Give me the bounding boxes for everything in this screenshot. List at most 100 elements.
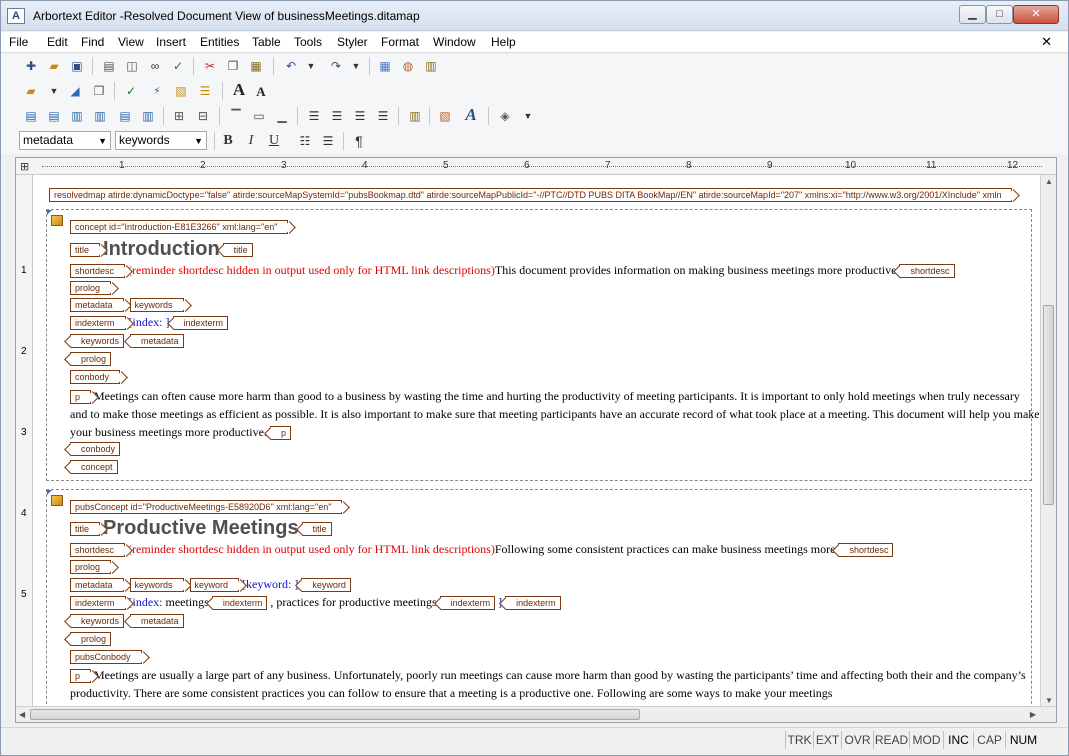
paragraph-text[interactable]: Meetings are usually a large part of any…: [70, 668, 1026, 700]
open-folder-icon[interactable]: ▰: [44, 56, 64, 76]
indexterm-end-tag[interactable]: indexterm: [172, 316, 229, 331]
cut-icon[interactable]: ✂: [200, 56, 220, 76]
menu-styler[interactable]: Styler: [337, 35, 368, 49]
check-completeness-icon[interactable]: ✓: [121, 81, 141, 101]
justify-icon[interactable]: ☰: [373, 106, 393, 126]
find-binoculars-icon[interactable]: ∞: [145, 56, 165, 76]
title-bar[interactable]: A Arbortext Editor -Resolved Document Vi…: [1, 1, 1068, 31]
align-top-icon[interactable]: ▔: [226, 106, 246, 126]
shortdesc-text[interactable]: This document provides information on ma…: [495, 263, 897, 277]
metadata-end-tag[interactable]: metadata: [130, 334, 184, 349]
minimize-button[interactable]: ▁: [959, 5, 986, 24]
concept-start-tag[interactable]: concept id="Introduction-E81E3266" xml:l…: [70, 219, 289, 234]
table-view-icon[interactable]: ▦: [375, 56, 395, 76]
join-cells-icon[interactable]: ⊞: [169, 106, 189, 126]
document-content[interactable]: resolvedmap atirde:dynamicDoctype="false…: [34, 175, 1039, 707]
indexterm-start-tag[interactable]: indexterm: [70, 596, 126, 611]
print-preview-icon[interactable]: ◫: [122, 56, 142, 76]
concept-end-tag[interactable]: concept: [70, 460, 118, 475]
delete-column-icon[interactable]: ▥: [138, 106, 158, 126]
font-style-icon[interactable]: A: [461, 105, 481, 125]
concept-title[interactable]: Productive Meetings: [103, 517, 299, 539]
paste-icon[interactable]: ▦: [246, 56, 266, 76]
menu-format[interactable]: Format: [381, 35, 419, 49]
prolog-end-tag[interactable]: prolog: [70, 352, 112, 367]
insert-row-above-icon[interactable]: ▤: [21, 106, 41, 126]
metadata-start-tag[interactable]: metadata: [70, 298, 124, 313]
indexterm-end-tag[interactable]: indexterm: [505, 596, 561, 611]
shortdesc-end-tag[interactable]: shortdesc: [838, 543, 894, 558]
align-bottom-icon[interactable]: ▁: [272, 106, 292, 126]
menu-edit[interactable]: Edit: [47, 35, 68, 49]
bulleted-list-icon[interactable]: ☰: [318, 131, 338, 151]
menu-table[interactable]: Table: [252, 35, 281, 49]
change-markup-icon[interactable]: ◢: [65, 81, 85, 101]
keyword-end-tag[interactable]: keyword: [301, 578, 351, 593]
fill-color-icon[interactable]: ◈: [495, 106, 515, 126]
resolvedmap-tag[interactable]: resolvedmap atirde:dynamicDoctype="false…: [49, 187, 1013, 202]
shortdesc-reminder[interactable]: (reminder shortdesc hidden in output use…: [128, 542, 495, 556]
table-properties-icon[interactable]: ▥: [405, 106, 425, 126]
concept-title[interactable]: Introduction: [103, 238, 220, 260]
keywords-end-tag[interactable]: keywords: [70, 614, 125, 629]
maximize-button[interactable]: □: [986, 5, 1013, 24]
keyword-start-tag[interactable]: keyword: [189, 578, 240, 593]
prolog-end-tag[interactable]: prolog: [70, 632, 112, 647]
p-start-tag[interactable]: p: [70, 669, 92, 684]
paragraph-text[interactable]: Meetings can often cause more harm than …: [70, 389, 1039, 439]
title-end-tag[interactable]: title: [222, 242, 253, 257]
menu-window[interactable]: Window: [433, 35, 476, 49]
tag-display-icon[interactable]: ☰: [195, 81, 215, 101]
vertical-scroll-thumb[interactable]: [1043, 305, 1054, 505]
index-practices[interactable]: , practices for productive meetings: [270, 595, 436, 609]
split-cells-icon[interactable]: ⊟: [193, 106, 213, 126]
index-meetings[interactable]: meetings: [166, 595, 209, 609]
index-text[interactable]: [index: ]: [129, 315, 170, 329]
prolog-start-tag[interactable]: prolog: [70, 281, 112, 296]
scroll-down-icon[interactable]: ▼: [1045, 696, 1053, 705]
element-select[interactable]: metadata ▼: [19, 131, 111, 150]
menu-view[interactable]: View: [118, 35, 144, 49]
document-map-icon[interactable]: ▥: [421, 56, 441, 76]
close-window-button[interactable]: ✕: [1013, 5, 1059, 24]
horizontal-scroll-thumb[interactable]: [30, 709, 640, 720]
keywords-start-tag[interactable]: keywords: [129, 578, 184, 593]
attribute-select[interactable]: keywords ▼: [115, 131, 207, 150]
indexterm-end-tag[interactable]: indexterm: [439, 596, 496, 611]
increase-font-icon[interactable]: A: [229, 80, 249, 100]
edit-attributes-icon[interactable]: ⚡: [147, 81, 167, 101]
delete-row-icon[interactable]: ▤: [115, 106, 135, 126]
conbody-end-tag[interactable]: conbody: [70, 442, 121, 457]
p-start-tag[interactable]: p: [70, 390, 92, 405]
close-document-icon[interactable]: ✕: [1041, 34, 1052, 50]
insert-row-below-icon[interactable]: ▤: [44, 106, 64, 126]
insert-markup-dropdown-icon[interactable]: ▼: [44, 81, 64, 101]
title-end-tag[interactable]: title: [301, 521, 332, 536]
keyword-text[interactable]: [keyword: ]: [242, 577, 298, 591]
modify-attributes-icon[interactable]: ▧: [171, 81, 191, 101]
horizontal-scrollbar[interactable]: ◀ ▶: [16, 706, 1056, 722]
undo-dropdown-icon[interactable]: ▼: [301, 56, 321, 76]
print-icon[interactable]: ▤: [99, 56, 119, 76]
redo-dropdown-icon[interactable]: ▼: [346, 56, 366, 76]
pubsconbody-start-tag[interactable]: pubsConbody: [70, 650, 142, 665]
shortdesc-text[interactable]: Following some consistent practices can …: [495, 542, 836, 556]
align-center-icon[interactable]: ☰: [327, 106, 347, 126]
concept-paragraph[interactable]: p Meetings are usually a large part of an…: [70, 666, 1039, 702]
spell-check-icon[interactable]: ✓: [168, 56, 188, 76]
keywords-end-tag[interactable]: keywords: [70, 334, 125, 349]
numbered-list-icon[interactable]: ☷: [295, 131, 315, 151]
indexterm-start-tag[interactable]: indexterm: [70, 316, 126, 331]
metadata-end-tag[interactable]: metadata: [130, 614, 184, 629]
redo-icon[interactable]: ↷: [326, 56, 346, 76]
menu-entities[interactable]: Entities: [200, 35, 239, 49]
vertical-scrollbar[interactable]: ▲ ▼: [1040, 175, 1056, 707]
styler-icon[interactable]: ◍: [398, 56, 418, 76]
title-start-tag[interactable]: title: [70, 242, 101, 257]
italic-button[interactable]: I: [241, 131, 261, 151]
shortdesc-start-tag[interactable]: shortdesc: [70, 543, 126, 558]
insert-column-right-icon[interactable]: ▥: [90, 106, 110, 126]
menu-help[interactable]: Help: [491, 35, 516, 49]
conbody-start-tag[interactable]: conbody: [70, 370, 121, 385]
save-icon[interactable]: ▣: [67, 56, 87, 76]
